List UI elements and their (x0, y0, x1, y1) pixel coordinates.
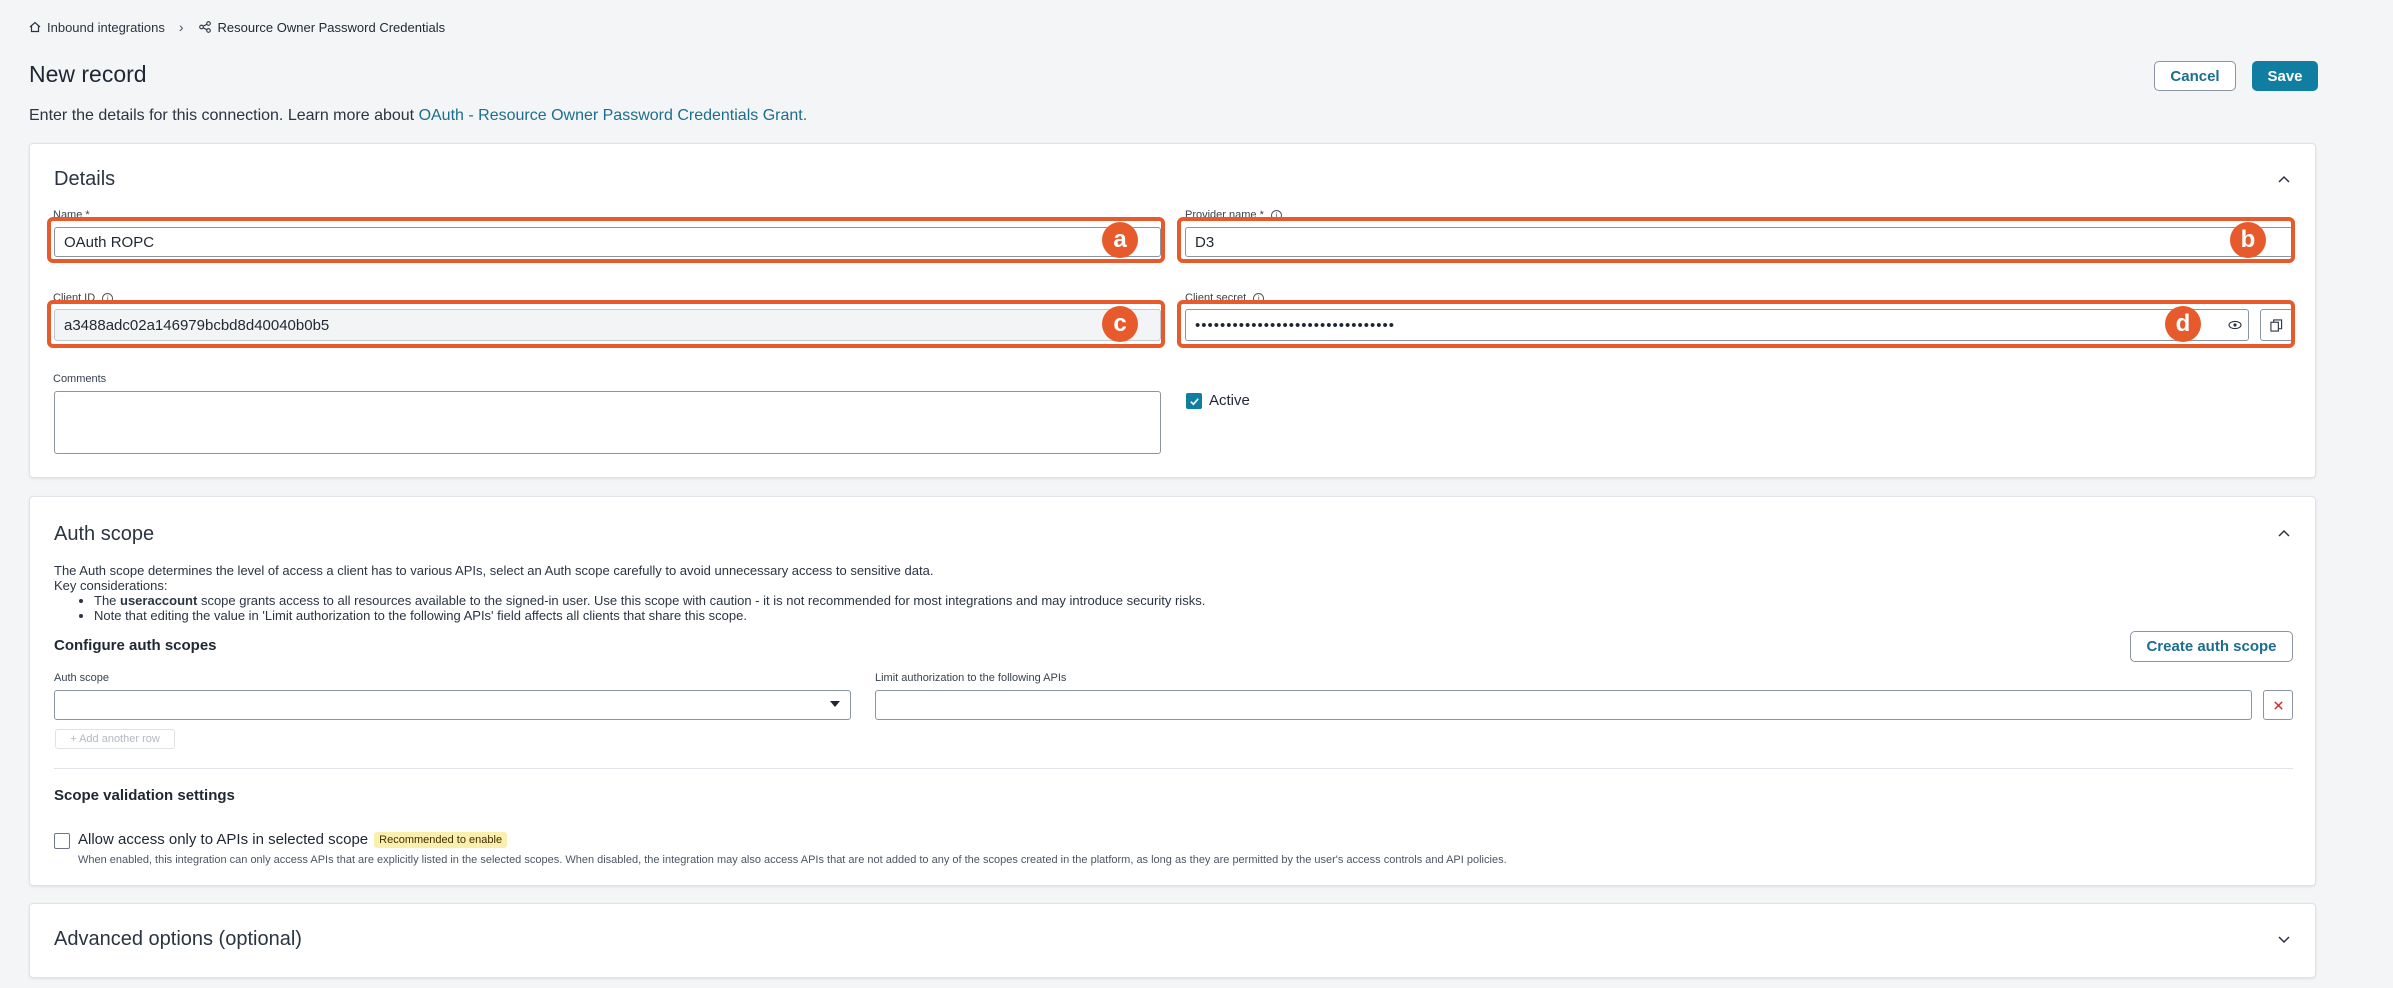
page-title: New record (29, 61, 147, 87)
auth-scope-description: The Auth scope determines the level of a… (54, 563, 2254, 623)
auth-scope-select[interactable] (54, 690, 851, 720)
home-icon (29, 21, 41, 33)
allow-access-help: When enabled, this integration can only … (78, 854, 1507, 866)
bullet1-prefix: The (94, 593, 121, 608)
marker-d-badge: d (2165, 306, 2201, 342)
dropdown-arrow-icon (830, 701, 840, 707)
allow-access-checkbox[interactable] (54, 833, 70, 849)
marker-b-outline (1177, 217, 2295, 263)
limit-apis-input[interactable] (875, 690, 2252, 720)
scope-validation-heading: Scope validation settings (54, 787, 235, 804)
auth-scope-label: Auth scope (54, 672, 110, 684)
chevron-up-icon[interactable] (2276, 172, 2292, 188)
chevron-down-icon[interactable] (2276, 931, 2292, 947)
marker-b-badge: b (2230, 222, 2266, 258)
breadcrumb: Inbound integrations › Resource Owner Pa… (29, 18, 445, 36)
advanced-options-title: Advanced options (optional) (54, 928, 302, 950)
remove-row-button[interactable] (2263, 690, 2293, 720)
advanced-options-card[interactable]: Advanced options (optional) (29, 903, 2316, 978)
comments-textarea[interactable] (54, 391, 1161, 454)
recommended-badge: Recommended to enable (374, 831, 508, 848)
active-label: Active (1209, 392, 1250, 409)
allow-access-label: Allow access only to APIs in selected sc… (78, 831, 369, 848)
breadcrumb-parent-label: Inbound integrations (47, 19, 165, 35)
marker-c-badge: c (1102, 306, 1138, 342)
list-item: Note that editing the value in 'Limit au… (94, 608, 2254, 623)
cancel-button[interactable]: Cancel (2154, 61, 2236, 91)
chevron-right-icon: › (178, 19, 184, 35)
list-item: The useraccount scope grants access to a… (94, 593, 2254, 608)
intro-text: Enter the details for this connection. L… (29, 107, 807, 125)
marker-d-outline (1177, 300, 2295, 348)
marker-a-badge: a (1102, 222, 1138, 258)
checkmark-icon (1189, 397, 1199, 405)
integration-icon (199, 21, 212, 33)
considerations-list: The useraccount scope grants access to a… (54, 593, 2254, 623)
limit-apis-label: Limit authorization to the following API… (875, 672, 1067, 684)
breadcrumb-parent[interactable]: Inbound integrations (29, 20, 165, 35)
useraccount-term: useraccount (120, 593, 198, 608)
marker-c-outline (47, 300, 1165, 348)
intro-text-body: Enter the details for this connection. L… (29, 107, 419, 124)
breadcrumb-current-label: Resource Owner Password Credentials (217, 19, 446, 35)
save-button[interactable]: Save (2252, 61, 2318, 91)
chevron-up-icon[interactable] (2276, 526, 2292, 542)
configure-heading: Configure auth scopes (54, 637, 217, 654)
allow-access-row: Allow access only to APIs in selected sc… (78, 831, 508, 848)
bullet1-suffix: scope grants access to all resources ava… (197, 593, 1206, 608)
comments-label: Comments (53, 373, 107, 385)
key-considerations: Key considerations: (54, 578, 168, 593)
divider (54, 768, 2293, 769)
learn-more-link[interactable]: OAuth - Resource Owner Password Credenti… (419, 107, 808, 124)
active-checkbox[interactable] (1186, 393, 1202, 409)
description-text: The Auth scope determines the level of a… (54, 563, 934, 578)
add-another-row-button[interactable]: + Add another row (55, 729, 175, 749)
marker-a-outline (47, 217, 1165, 263)
remove-icon (2273, 700, 2283, 710)
auth-scope-title: Auth scope (54, 523, 155, 545)
breadcrumb-current: Resource Owner Password Credentials (199, 20, 445, 35)
create-auth-scope-button[interactable]: Create auth scope (2130, 631, 2293, 662)
details-title: Details (54, 168, 116, 190)
